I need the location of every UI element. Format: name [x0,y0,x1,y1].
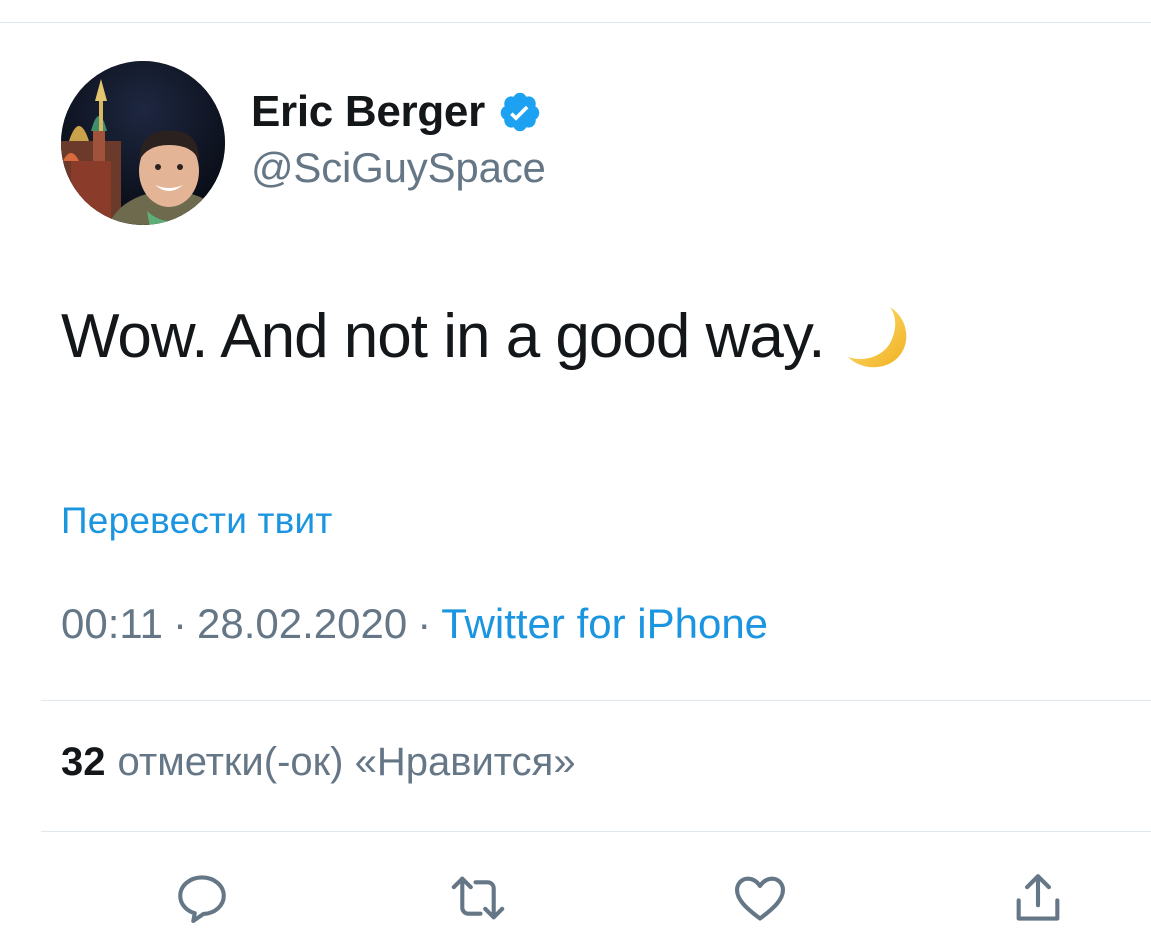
reply-icon [173,869,231,932]
verified-badge-icon [498,90,542,134]
author-name-row[interactable]: Eric Berger [251,86,542,138]
tweet-meta: 00:11 · 28.02.2020 · Twitter for iPhone [61,600,768,648]
crescent-moon-icon [842,301,912,371]
tweet-time: 00:11 [61,600,163,647]
top-divider [0,22,1151,23]
heart-icon [731,869,789,932]
reply-button[interactable] [172,870,232,930]
divider [41,700,1151,701]
meta-separator: · [173,600,187,647]
share-icon [1009,869,1067,932]
tweet-source-link[interactable]: Twitter for iPhone [441,600,768,647]
display-name[interactable]: Eric Berger [251,87,485,137]
author-handle[interactable]: @SciGuySpace [251,144,546,192]
share-button[interactable] [1008,870,1068,930]
tweet-body: Wow. And not in a good way. [61,296,912,376]
translate-tweet-link[interactable]: Перевести твит [61,500,333,542]
tweet-text: Wow. And not in a good way. [61,301,825,371]
retweet-button[interactable] [448,870,508,930]
retweet-icon [449,869,507,932]
tweet-date: 28.02.2020 [197,600,408,647]
likes-count: 32 [61,740,106,784]
likes-label: отметки(-ок) «Нравится» [117,740,576,784]
avatar[interactable] [61,61,225,225]
likes-stats[interactable]: 32 отметки(-ок) «Нравится» [61,740,576,785]
meta-separator: · [417,600,432,647]
divider [41,831,1151,832]
like-button[interactable] [730,870,790,930]
